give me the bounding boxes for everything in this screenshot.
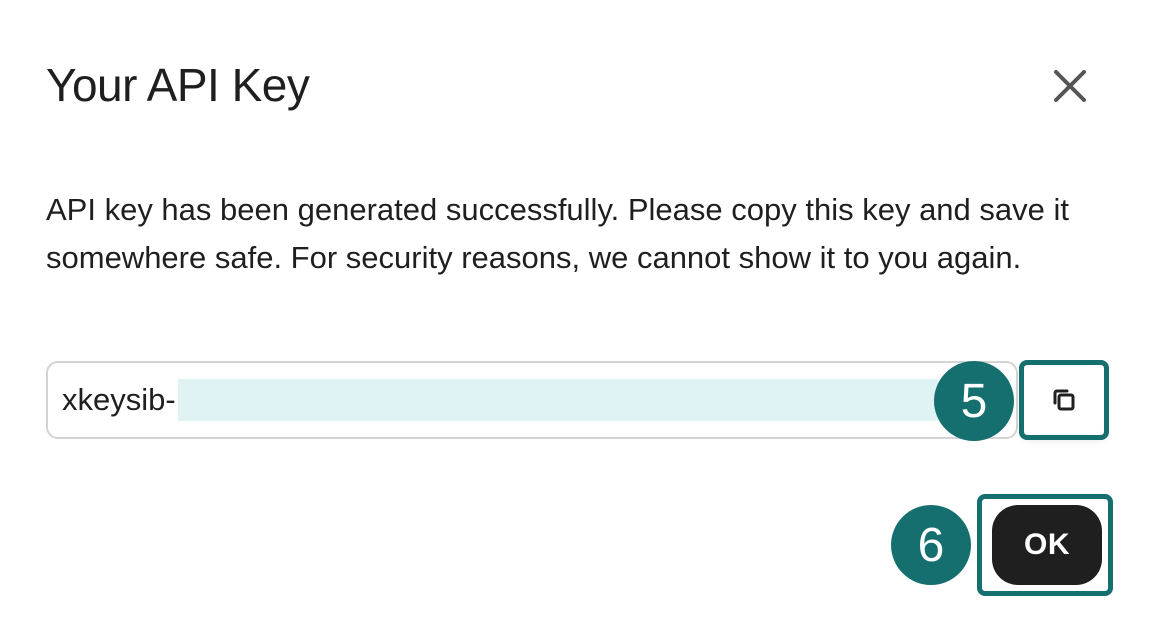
ok-button-highlight	[977, 494, 1113, 596]
api-key-masked-value	[177, 379, 938, 421]
close-button[interactable]	[1048, 64, 1092, 108]
step-badge-copy: 5	[934, 361, 1014, 441]
close-icon	[1054, 70, 1086, 102]
api-key-dialog: Your API Key API key has been generated …	[0, 0, 1152, 620]
dialog-message: API key has been generated successfully.…	[46, 192, 1069, 275]
copy-button-highlight	[1019, 360, 1109, 440]
api-key-prefix: xkeysib-	[62, 382, 176, 417]
dialog-title: Your API Key	[46, 59, 310, 111]
api-key-field[interactable]: xkeysib-	[46, 361, 1018, 439]
step-badge-ok: 6	[891, 505, 971, 585]
